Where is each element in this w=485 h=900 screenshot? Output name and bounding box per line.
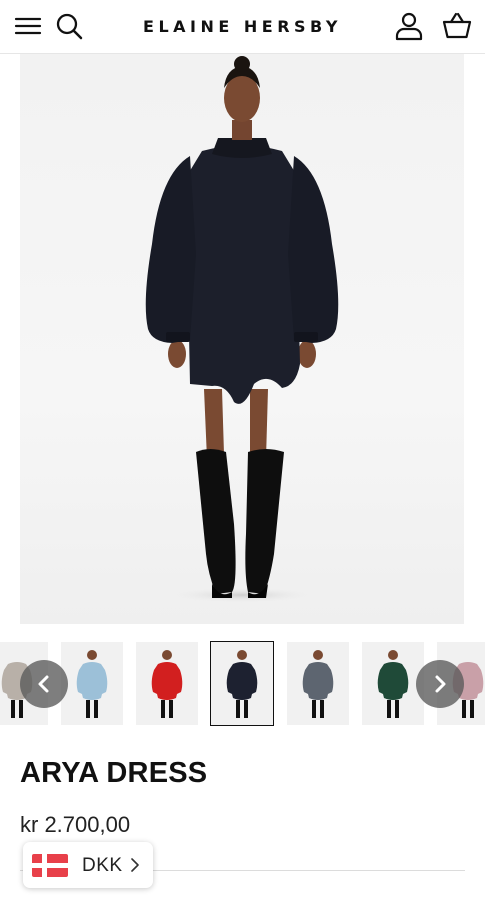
chevron-right-icon <box>435 675 446 693</box>
product-price: kr 2.700,00 <box>20 812 131 837</box>
thumbnail-carousel <box>0 640 485 728</box>
denmark-flag-icon <box>32 854 68 877</box>
site-header: ELAINE HERSBY <box>0 0 485 54</box>
thumbnail-figure <box>76 650 108 718</box>
carousel-next-button[interactable] <box>416 660 464 708</box>
product-thumbnail[interactable] <box>362 642 424 725</box>
thumbnail-figure <box>377 650 409 718</box>
chevron-right-icon <box>131 858 139 872</box>
product-thumbnail[interactable] <box>61 642 123 725</box>
thumbnail-figure <box>151 650 183 718</box>
thumbnail-figure <box>302 650 334 718</box>
account-icon[interactable] <box>394 11 424 41</box>
product-title: ARYA DRESS <box>20 757 208 789</box>
product-main-image[interactable] <box>20 54 464 624</box>
basket-icon[interactable] <box>442 11 472 41</box>
model-figure <box>145 56 339 603</box>
chevron-left-icon <box>38 675 49 693</box>
product-thumbnail[interactable] <box>210 641 274 726</box>
carousel-prev-button[interactable] <box>20 660 68 708</box>
currency-selector[interactable]: DKK <box>23 842 153 888</box>
product-thumbnail[interactable] <box>287 642 349 725</box>
product-thumbnail[interactable] <box>136 642 198 725</box>
thumbnail-figure <box>226 650 258 718</box>
currency-code: DKK <box>82 855 123 876</box>
